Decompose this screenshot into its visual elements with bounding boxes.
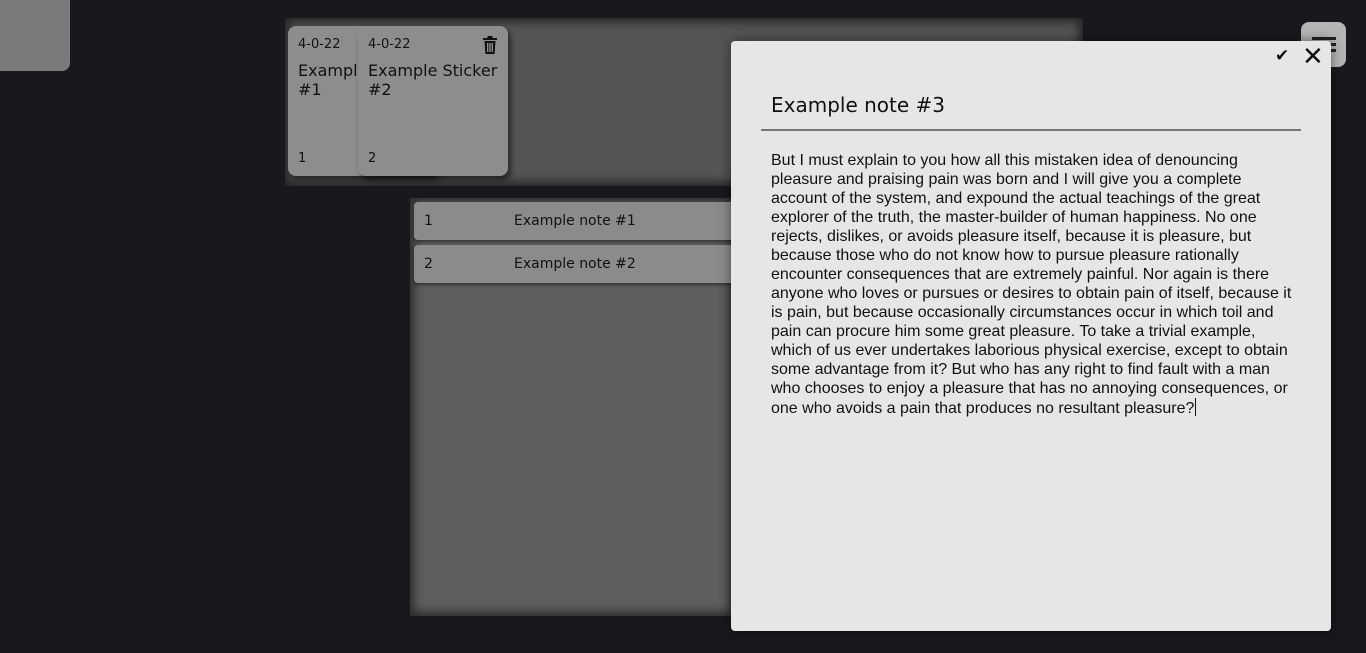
note-title: Example note #2 [514,256,636,272]
note-title-input[interactable]: Example note #3 [771,93,945,117]
note-body-textarea[interactable]: But I must explain to you how all this m… [771,151,1293,418]
text-caret [1195,398,1197,416]
note-index: 1 [424,213,433,229]
list-item[interactable]: 2 Example note #2 [414,245,735,283]
sticker-card[interactable]: 4-0-22 Example Sticker #2 2 [358,26,508,176]
sticker-count: 2 [368,151,377,166]
note-body-text: But I must explain to you how all this m… [771,152,1292,417]
sticker-count: 1 [298,151,307,166]
note-editor-modal: ✔ ✕ Example note #3 But I must explain t… [731,41,1331,631]
sticker-date: 4-0-22 [368,37,411,52]
trash-icon[interactable] [482,36,498,54]
sticker-title: Example Sticker #2 [368,61,498,99]
check-icon[interactable]: ✔ [1275,46,1289,66]
list-item[interactable]: 1 Example note #1 [414,202,735,240]
corner-tile[interactable] [0,0,70,71]
note-title: Example note #1 [514,213,636,229]
note-index: 2 [424,256,433,272]
notes-list-panel: 1 Example note #1 2 Example note #2 [410,198,735,616]
close-icon[interactable]: ✕ [1302,42,1324,72]
divider [761,129,1301,131]
